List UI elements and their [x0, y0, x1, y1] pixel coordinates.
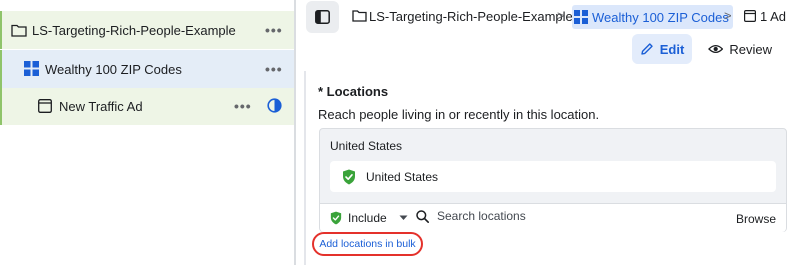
more-options-icon[interactable]: •••	[234, 99, 252, 113]
search-icon	[416, 209, 429, 223]
search-locations-input[interactable]	[437, 209, 637, 223]
tree-item-ad-label: New Traffic Ad	[59, 99, 143, 114]
breadcrumb-adset[interactable]: Wealthy 100 ZIP Codes	[572, 5, 733, 29]
section-border	[304, 71, 306, 265]
add-locations-in-bulk-label: Add locations in bulk	[319, 238, 416, 250]
edit-button[interactable]: Edit	[632, 34, 692, 64]
browse-button[interactable]: Browse	[736, 212, 776, 226]
breadcrumb-separator: >	[724, 8, 732, 23]
ad-icon	[38, 99, 52, 113]
more-options-icon[interactable]: •••	[265, 62, 283, 76]
breadcrumb-separator: >	[557, 8, 565, 23]
grid-icon	[574, 10, 588, 24]
tree-item-campaign-label: LS-Targeting-Rich-People-Example	[32, 23, 236, 38]
breadcrumb-adset-label: Wealthy 100 ZIP Codes	[592, 9, 729, 25]
half-circle-icon	[267, 98, 282, 113]
location-search	[416, 209, 637, 223]
campaign-tree: LS-Targeting-Rich-People-Example ••• Wea…	[0, 0, 294, 265]
more-options-icon[interactable]: •••	[265, 23, 283, 37]
include-label: Include	[348, 211, 387, 225]
edit-button-label: Edit	[659, 41, 685, 57]
tree-item-ad[interactable]: New Traffic Ad •••	[0, 88, 294, 125]
selected-location-label: United States	[366, 170, 439, 184]
breadcrumb-ad-count[interactable]: 1 Ad	[760, 9, 786, 24]
caret-down-icon	[399, 215, 408, 220]
pencil-icon	[641, 43, 653, 55]
sidebar-toggle-icon	[315, 10, 330, 24]
folder-icon	[11, 24, 27, 37]
tree-item-adset-label: Wealthy 100 ZIP Codes	[45, 62, 182, 77]
location-group-label: United States	[330, 139, 403, 153]
ad-icon	[744, 10, 756, 22]
locations-title: * Locations	[318, 84, 389, 99]
tree-item-adset[interactable]: Wealthy 100 ZIP Codes •••	[0, 50, 294, 88]
folder-icon	[352, 10, 367, 22]
tree-item-campaign[interactable]: LS-Targeting-Rich-People-Example •••	[0, 11, 294, 49]
include-dropdown[interactable]: Include	[330, 211, 408, 225]
shield-check-icon	[330, 211, 342, 225]
review-button-label: Review	[729, 41, 772, 57]
sidebar-toggle-button[interactable]	[306, 1, 339, 33]
locations-description: Reach people living in or recently in th…	[318, 107, 600, 122]
eye-icon	[708, 45, 724, 53]
panel-divider	[294, 0, 296, 265]
grid-icon	[24, 61, 39, 76]
shield-check-icon	[343, 169, 355, 185]
location-search-bar: Include Browse	[320, 203, 786, 232]
add-locations-in-bulk-link[interactable]: Add locations in bulk	[312, 232, 423, 256]
review-button[interactable]: Review	[704, 34, 772, 64]
breadcrumb-campaign[interactable]: LS-Targeting-Rich-People-Example	[369, 9, 573, 24]
selected-location-item[interactable]: United States	[330, 161, 776, 192]
locations-box: United States United States Include B	[319, 128, 787, 232]
